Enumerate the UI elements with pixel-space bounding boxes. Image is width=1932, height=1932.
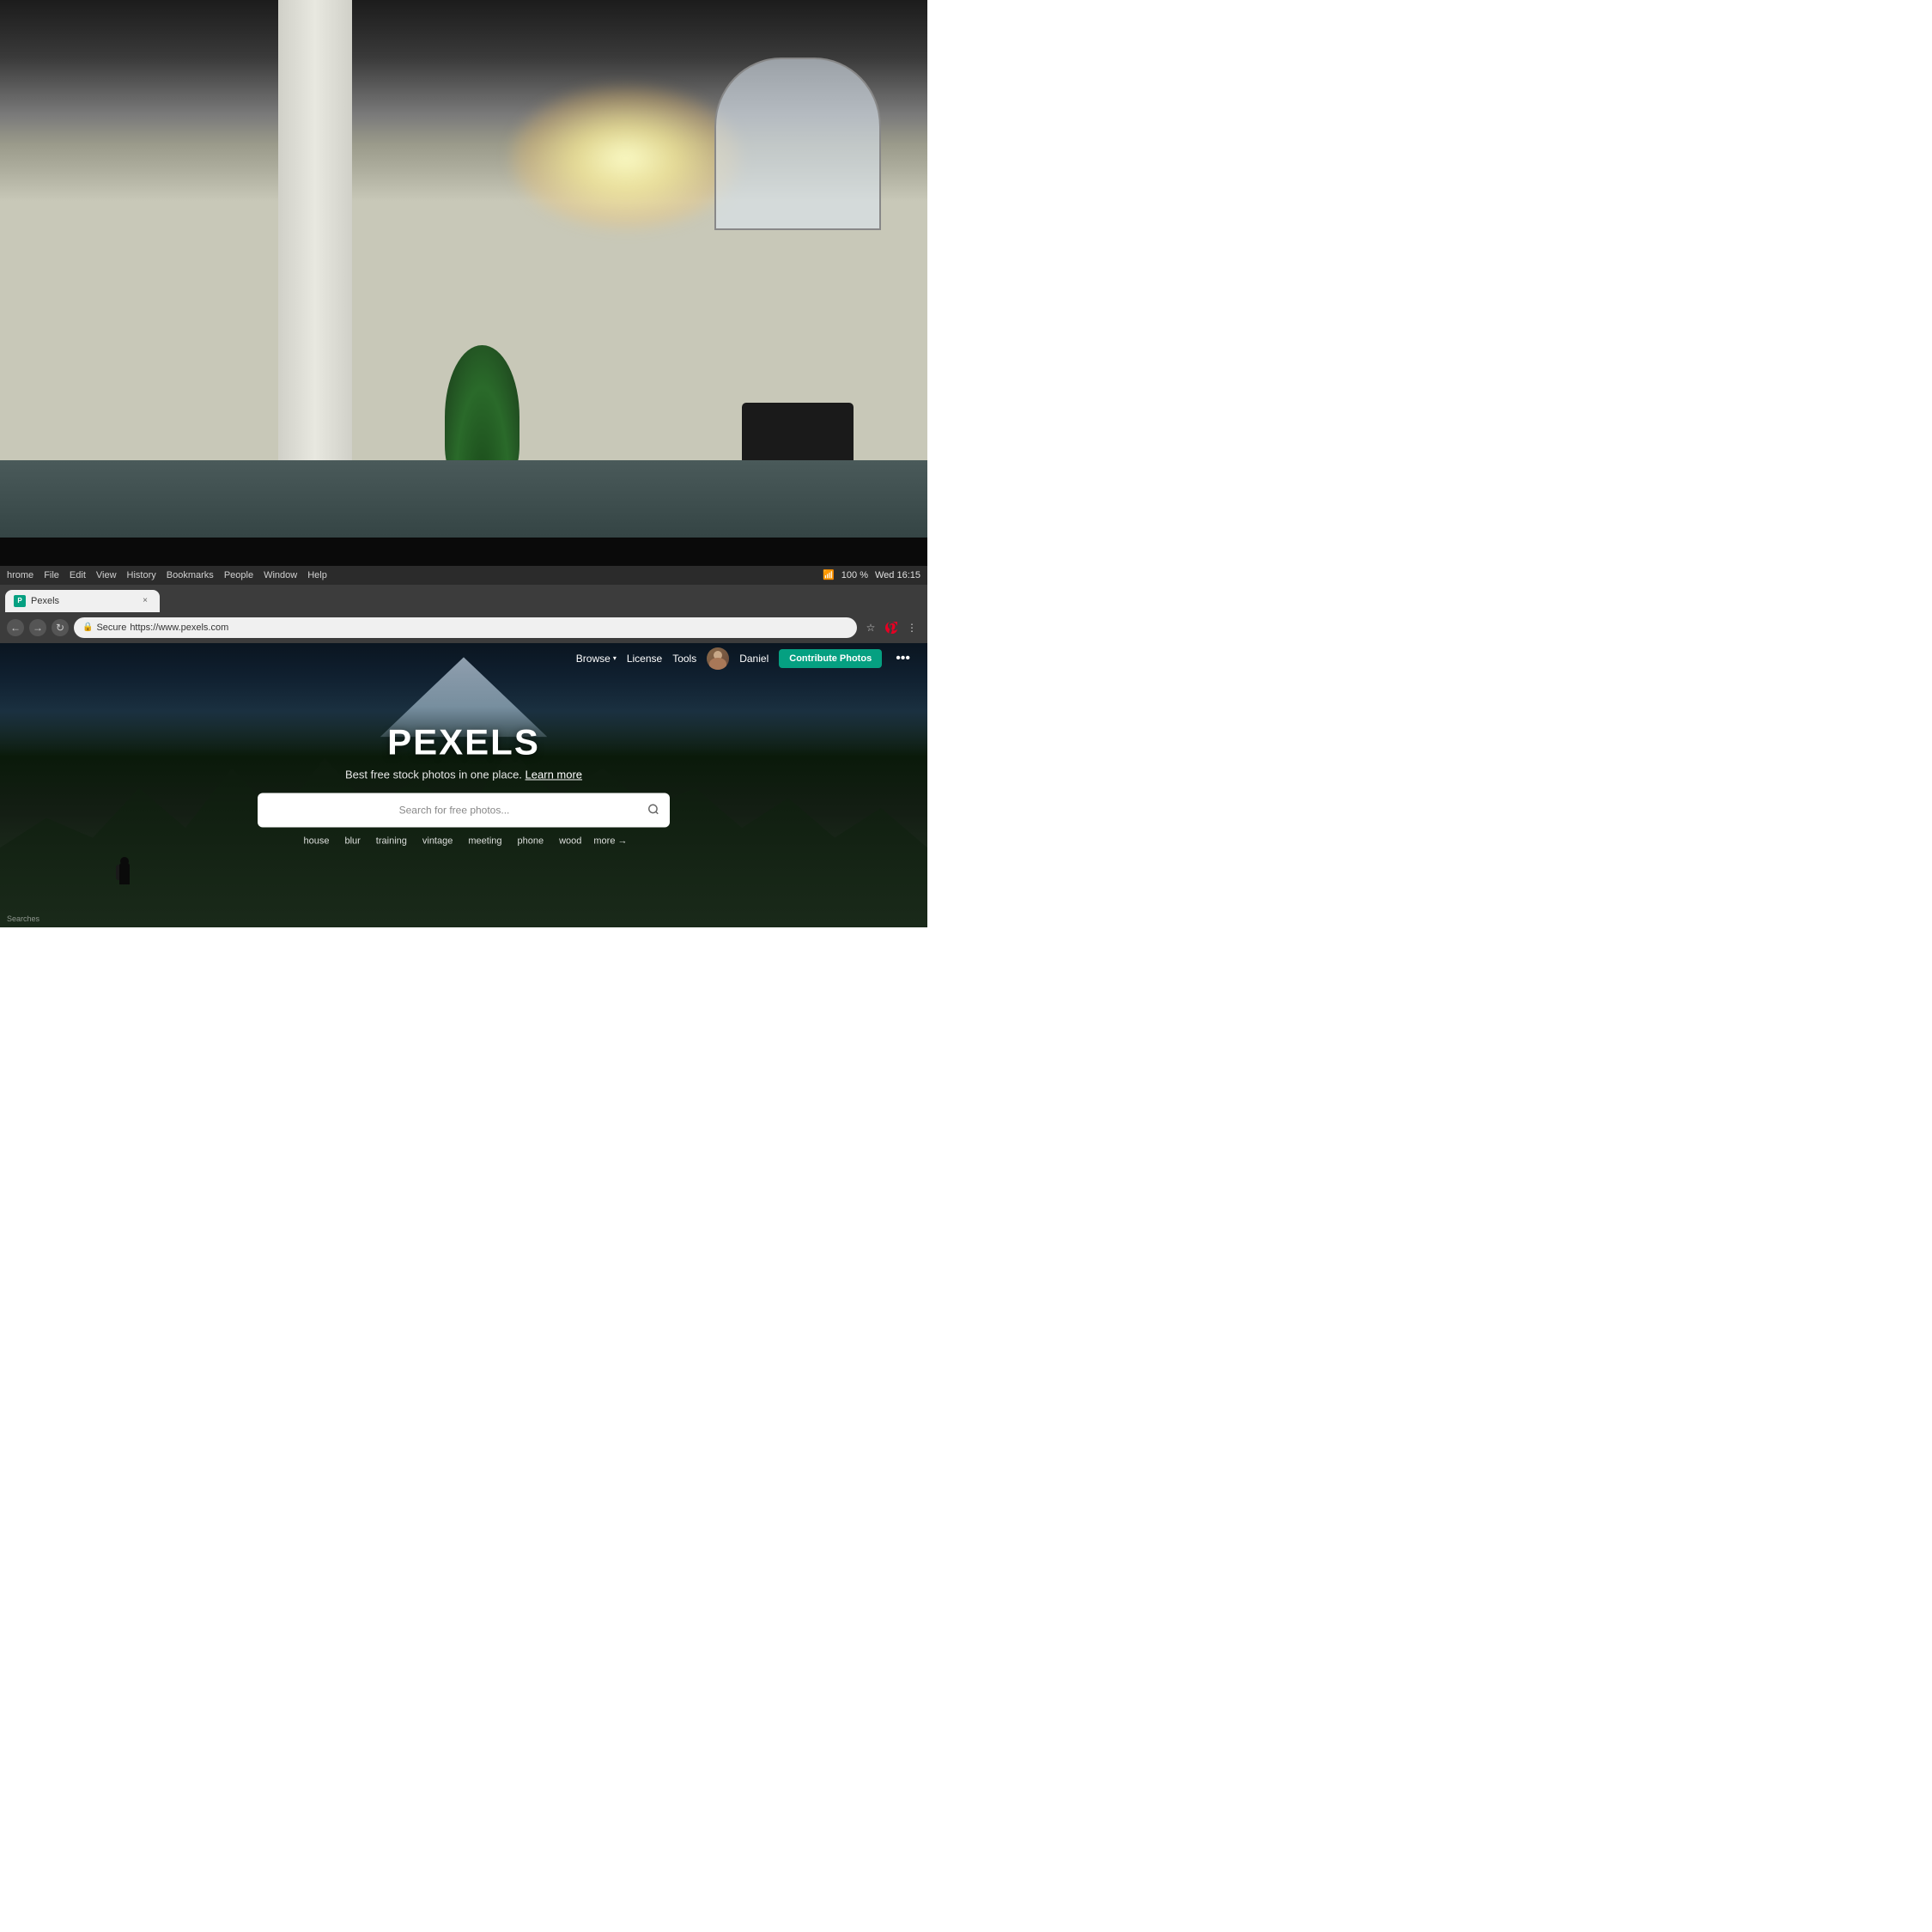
wifi-icon: 📶	[823, 569, 835, 580]
search-icon-button[interactable]	[647, 803, 659, 817]
tools-nav-item[interactable]: Tools	[672, 653, 696, 665]
tag-vintage[interactable]: vintage	[419, 835, 456, 848]
pinterest-icon[interactable]	[883, 619, 900, 636]
nav-more-button[interactable]: •••	[892, 651, 914, 666]
search-box[interactable]: Search for free photos...	[258, 793, 670, 828]
tag-wood[interactable]: wood	[556, 835, 585, 848]
menu-window[interactable]: Window	[264, 570, 297, 580]
office-window-light	[510, 86, 742, 229]
lock-icon: 🔒	[82, 623, 93, 632]
menu-history[interactable]: History	[127, 570, 156, 580]
menu-help[interactable]: Help	[307, 570, 327, 580]
os-menu-bar: hrome File Edit View History Bookmarks P…	[0, 566, 927, 585]
avatar-body	[709, 658, 726, 670]
menu-file[interactable]: File	[44, 570, 59, 580]
tag-house[interactable]: house	[300, 835, 332, 848]
active-tab[interactable]: P Pexels ×	[5, 590, 160, 612]
menu-bookmarks[interactable]: Bookmarks	[167, 570, 214, 580]
user-avatar[interactable]	[707, 647, 729, 670]
menu-view[interactable]: View	[96, 570, 117, 580]
refresh-button[interactable]: ↻	[52, 619, 69, 636]
tag-phone[interactable]: phone	[514, 835, 548, 848]
address-bar-right: ☆ ⋮	[862, 619, 920, 636]
hero-content: PEXELS Best free stock photos in one pla…	[139, 722, 788, 848]
hiker-silhouette	[112, 841, 137, 884]
tag-training[interactable]: training	[373, 835, 410, 848]
browser-screen: hrome File Edit View History Bookmarks P…	[0, 566, 927, 927]
battery-info: 100 %	[841, 570, 868, 580]
website-content: Browse ▾ License Tools Daniel Contribute…	[0, 643, 927, 927]
pexels-navbar: Browse ▾ License Tools Daniel Contribute…	[0, 643, 927, 674]
office-window-right	[714, 58, 881, 230]
secure-label: Secure	[96, 623, 126, 633]
search-input[interactable]: Search for free photos...	[268, 805, 641, 817]
pexels-title: PEXELS	[139, 722, 788, 763]
background-photo	[0, 0, 927, 575]
search-tags: house blur training vintage meeting phon…	[139, 835, 788, 848]
back-button[interactable]: ←	[7, 619, 24, 636]
browse-nav-item[interactable]: Browse ▾	[576, 653, 617, 665]
url-bar[interactable]: 🔒 Secure https://www.pexels.com	[74, 617, 857, 638]
tab-bar: P Pexels ×	[0, 585, 927, 612]
bottom-bar: Searches	[0, 910, 927, 927]
extensions-button[interactable]: ⋮	[903, 619, 920, 636]
address-bar: ← → ↻ 🔒 Secure https://www.pexels.com ☆ …	[0, 612, 927, 643]
screen-bezel	[0, 538, 927, 565]
url-text: https://www.pexels.com	[130, 623, 228, 633]
hiker-body	[119, 863, 130, 884]
bookmark-button[interactable]: ☆	[862, 619, 879, 636]
pexels-nav-items: Browse ▾ License Tools Daniel Contribute…	[576, 647, 914, 670]
menu-edit[interactable]: Edit	[70, 570, 86, 580]
browse-dropdown-arrow: ▾	[613, 654, 617, 662]
app-name: hrome	[7, 570, 33, 580]
tag-meeting[interactable]: meeting	[465, 835, 505, 848]
learn-more-link[interactable]: Learn more	[526, 769, 582, 781]
searches-label: Searches	[7, 914, 39, 923]
tab-close-button[interactable]: ×	[139, 595, 151, 607]
contribute-photos-button[interactable]: Contribute Photos	[779, 649, 882, 668]
license-nav-item[interactable]: License	[627, 653, 662, 665]
user-name[interactable]: Daniel	[739, 653, 769, 665]
forward-button[interactable]: →	[29, 619, 46, 636]
pexels-subtitle: Best free stock photos in one place. Lea…	[139, 769, 788, 781]
clock: Wed 16:15	[875, 570, 920, 580]
tag-more[interactable]: more →	[593, 836, 627, 847]
menu-people[interactable]: People	[224, 570, 253, 580]
tab-title: Pexels	[31, 596, 59, 606]
menu-bar-right: 📶 100 % Wed 16:15	[823, 569, 920, 580]
hiker-head	[120, 857, 129, 866]
tab-favicon: P	[14, 595, 26, 607]
tag-blur[interactable]: blur	[341, 835, 363, 848]
